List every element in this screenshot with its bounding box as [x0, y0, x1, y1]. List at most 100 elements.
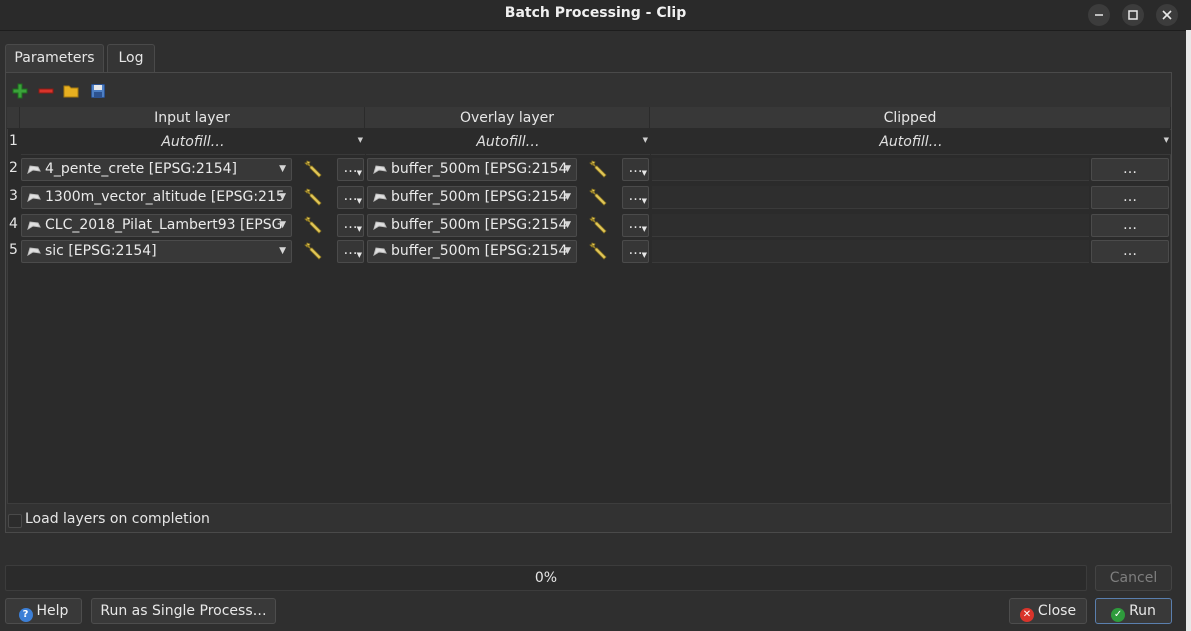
dots-label: …	[343, 188, 358, 204]
output-field[interactable]	[652, 158, 1089, 181]
more-options-button[interactable]: … ▼	[622, 158, 649, 181]
overlay-layer-value: buffer_500m [EPSG:2154	[391, 243, 568, 259]
close-window-button[interactable]	[1156, 4, 1178, 26]
input-layer-value: CLC_2018_Pilat_Lambert93 [EPSG	[45, 217, 283, 233]
overlay-layer-combo[interactable]: buffer_500m [EPSG:2154 ▼	[367, 186, 577, 209]
autofill-label: Autofill…	[476, 134, 540, 150]
more-options-button[interactable]: … ▼	[622, 214, 649, 237]
input-layer-combo[interactable]: 4_pente_crete [EPSG:2154] ▼	[21, 158, 292, 181]
vector-layer-icon	[373, 247, 387, 256]
run-single-process-button[interactable]: Run as Single Process…	[91, 598, 276, 624]
input-layer-combo[interactable]: CLC_2018_Pilat_Lambert93 [EPSG ▼	[21, 214, 292, 237]
more-options-button[interactable]: … ▼	[622, 240, 649, 263]
chevron-down-icon: ▼	[356, 197, 362, 205]
output-field[interactable]	[652, 240, 1089, 263]
output-browse-button[interactable]: …	[1091, 240, 1169, 263]
chevron-down-icon: ▼	[641, 197, 647, 205]
more-options-button[interactable]: … ▼	[622, 186, 649, 209]
maximize-button[interactable]	[1122, 4, 1144, 26]
more-options-button[interactable]: … ▼	[337, 240, 364, 263]
vector-layer-icon	[27, 193, 41, 202]
chevron-down-icon: ▼	[356, 251, 362, 259]
save-icon[interactable]	[90, 83, 106, 99]
chevron-down-icon: ▼	[564, 164, 571, 174]
dots-label: …	[343, 242, 358, 258]
overlay-layer-combo[interactable]: buffer_500m [EPSG:2154 ▼	[367, 214, 577, 237]
overlay-layer-combo[interactable]: buffer_500m [EPSG:2154 ▼	[367, 158, 577, 181]
chevron-down-icon: ▼	[641, 225, 647, 233]
chevron-down-icon: ▼	[564, 246, 571, 256]
output-browse-button[interactable]: …	[1091, 186, 1169, 209]
more-options-button[interactable]: … ▼	[337, 186, 364, 209]
input-layer-value: 1300m_vector_altitude [EPSG:215	[45, 189, 285, 205]
wrench-icon[interactable]	[303, 214, 325, 236]
autofill-label: Autofill…	[879, 134, 943, 150]
run-button[interactable]: ✓ Run	[1095, 598, 1172, 624]
chevron-down-icon: ▼	[641, 251, 647, 259]
cancel-button[interactable]: Cancel	[1095, 565, 1172, 591]
wrench-icon[interactable]	[588, 214, 610, 236]
dots-label: …	[628, 216, 643, 232]
column-header-overlay[interactable]: Overlay layer	[365, 107, 650, 129]
chevron-down-icon: ▼	[279, 192, 286, 202]
autofill-label: Autofill…	[161, 134, 225, 150]
chevron-down-icon: ▼	[564, 220, 571, 230]
wrench-icon[interactable]	[303, 240, 325, 262]
minimize-icon	[1095, 14, 1103, 16]
row-number: 5	[9, 242, 18, 258]
vector-layer-icon	[373, 193, 387, 202]
more-options-button[interactable]: … ▼	[337, 158, 364, 181]
corner-header	[7, 107, 20, 129]
remove-row-icon[interactable]	[38, 83, 54, 99]
more-options-button[interactable]: … ▼	[337, 214, 364, 237]
output-field[interactable]	[652, 214, 1089, 237]
output-field[interactable]	[652, 186, 1089, 209]
column-header-clipped[interactable]: Clipped	[650, 107, 1171, 129]
close-icon: ✕	[1019, 608, 1034, 622]
wrench-icon[interactable]	[588, 186, 610, 208]
minimize-button[interactable]	[1088, 4, 1110, 26]
dots-label: …	[628, 160, 643, 176]
open-folder-icon[interactable]	[63, 83, 79, 99]
input-layer-combo[interactable]: 1300m_vector_altitude [EPSG:215 ▼	[21, 186, 292, 209]
vector-layer-icon	[373, 165, 387, 174]
chevron-down-icon: ▼	[356, 169, 362, 177]
vector-layer-icon	[27, 221, 41, 230]
overlay-layer-combo[interactable]: buffer_500m [EPSG:2154 ▼	[367, 240, 577, 263]
load-layers-checkbox[interactable]	[8, 514, 22, 528]
autofill-clipped[interactable]: Autofill… ▼	[651, 130, 1171, 155]
vector-layer-icon	[27, 165, 41, 174]
chevron-down-icon: ▼	[356, 225, 362, 233]
add-row-icon[interactable]	[12, 83, 28, 99]
dots-label: …	[628, 242, 643, 258]
chevron-down-icon: ▼	[279, 220, 286, 230]
output-browse-button[interactable]: …	[1091, 158, 1169, 181]
tab-log[interactable]: Log	[107, 44, 155, 72]
tab-parameters[interactable]: Parameters	[5, 44, 104, 72]
checkmark-icon: ✓	[1111, 608, 1126, 622]
close-icon	[1162, 10, 1172, 20]
chevron-down-icon: ▼	[1163, 136, 1169, 144]
close-button[interactable]: ✕ Close	[1009, 598, 1087, 624]
help-button[interactable]: ? Help	[5, 598, 82, 624]
window-title: Batch Processing - Clip	[504, 5, 687, 21]
progress-bar: 0%	[5, 565, 1087, 591]
autofill-input[interactable]: Autofill… ▼	[21, 130, 365, 155]
overlay-layer-value: buffer_500m [EPSG:2154	[391, 161, 568, 177]
maximize-icon	[1128, 10, 1138, 20]
wrench-icon[interactable]	[588, 240, 610, 262]
output-browse-button[interactable]: …	[1091, 214, 1169, 237]
row-number: 3	[9, 188, 18, 204]
wrench-icon[interactable]	[303, 158, 325, 180]
chevron-down-icon: ▼	[641, 169, 647, 177]
wrench-icon[interactable]	[303, 186, 325, 208]
autofill-overlay[interactable]: Autofill… ▼	[366, 130, 650, 155]
input-layer-combo[interactable]: sic [EPSG:2154] ▼	[21, 240, 292, 263]
input-layer-value: sic [EPSG:2154]	[45, 243, 157, 259]
row-number: 4	[9, 216, 18, 232]
vector-layer-icon	[27, 247, 41, 256]
row-number: 2	[9, 160, 18, 176]
wrench-icon[interactable]	[588, 158, 610, 180]
window-edge	[1186, 30, 1191, 631]
column-header-input[interactable]: Input layer	[20, 107, 365, 129]
